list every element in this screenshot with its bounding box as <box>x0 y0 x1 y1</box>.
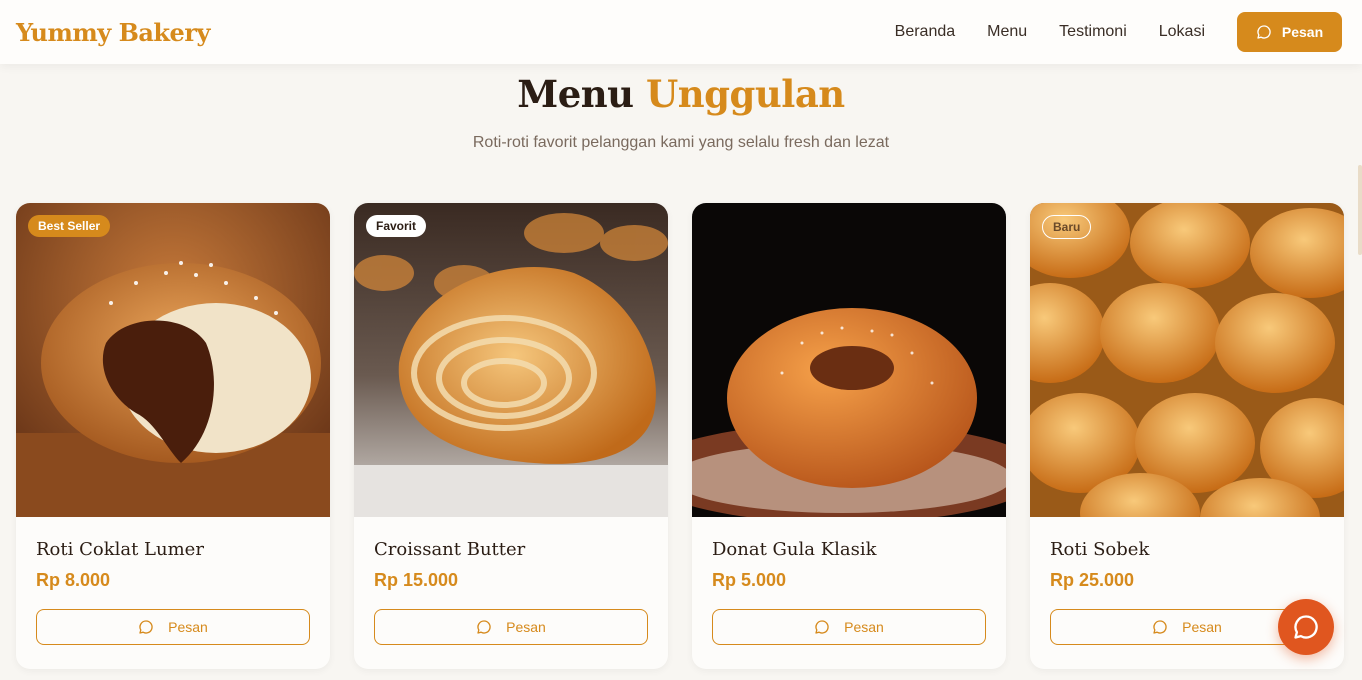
navbar: Yummy Bakery Beranda Menu Testimoni Loka… <box>0 0 1362 64</box>
order-button-label: Pesan <box>1182 619 1222 635</box>
nav-link-menu[interactable]: Menu <box>987 23 1027 41</box>
chat-bubble-icon <box>1294 615 1318 639</box>
product-card: Baru Roti Sobek Rp 25.000 Pesan <box>1030 203 1344 669</box>
chat-bubble-icon <box>1257 25 1271 39</box>
product-image-donat <box>692 203 1006 517</box>
chat-bubble-icon <box>815 620 829 634</box>
product-name: Roti Coklat Lumer <box>36 539 204 560</box>
nav-order-label: Pesan <box>1281 24 1324 40</box>
main-nav: Beranda Menu Testimoni Lokasi Pesan <box>895 12 1342 52</box>
product-price: Rp 25.000 <box>1050 570 1135 590</box>
floating-chat-button[interactable] <box>1278 599 1334 655</box>
section-title-main: Menu <box>517 72 634 116</box>
order-button-label: Pesan <box>168 619 208 635</box>
section-subtitle: Roti-roti favorit pelanggan kami yang se… <box>472 134 890 151</box>
product-image-roti-sobek: Baru <box>1030 203 1344 517</box>
badge-baru: Baru <box>1042 215 1092 239</box>
product-name: Croissant Butter <box>374 539 526 560</box>
order-button-label: Pesan <box>844 619 884 635</box>
order-button[interactable]: Pesan <box>36 609 310 645</box>
nav-link-testimoni[interactable]: Testimoni <box>1059 23 1127 41</box>
product-card: Donat Gula Klasik Rp 5.000 Pesan <box>692 203 1006 669</box>
scrollbar-thumb[interactable] <box>1358 165 1362 255</box>
product-card: Favorit Croissant Butter Rp 15.000 Pesan <box>354 203 668 669</box>
product-image-roti-coklat: Best Seller <box>16 203 330 517</box>
badge-best-seller: Best Seller <box>28 215 111 237</box>
chat-bubble-icon <box>139 620 153 634</box>
chat-bubble-icon <box>1153 620 1167 634</box>
badge-favorit: Favorit <box>366 215 427 237</box>
order-button-label: Pesan <box>506 619 546 635</box>
nav-order-button[interactable]: Pesan <box>1237 12 1342 52</box>
brand-logo[interactable]: Yummy Bakery <box>16 18 210 47</box>
product-name: Donat Gula Klasik <box>712 539 877 560</box>
chat-bubble-icon <box>477 620 491 634</box>
nav-link-beranda[interactable]: Beranda <box>895 23 956 41</box>
section-title-accent: Unggulan <box>645 72 845 116</box>
product-image-croissant: Favorit <box>354 203 668 517</box>
product-price: Rp 8.000 <box>36 570 111 590</box>
product-price: Rp 15.000 <box>374 570 459 590</box>
order-button[interactable]: Pesan <box>374 609 648 645</box>
product-price: Rp 5.000 <box>712 570 787 590</box>
order-button[interactable]: Pesan <box>712 609 986 645</box>
section-title: Menu Unggulan <box>0 72 1362 116</box>
nav-link-lokasi[interactable]: Lokasi <box>1159 23 1205 41</box>
product-name: Roti Sobek <box>1050 539 1150 560</box>
product-card: Best Seller Roti Coklat Lumer Rp 8.000 P… <box>16 203 330 669</box>
product-grid: Best Seller Roti Coklat Lumer Rp 8.000 P… <box>16 203 1344 669</box>
